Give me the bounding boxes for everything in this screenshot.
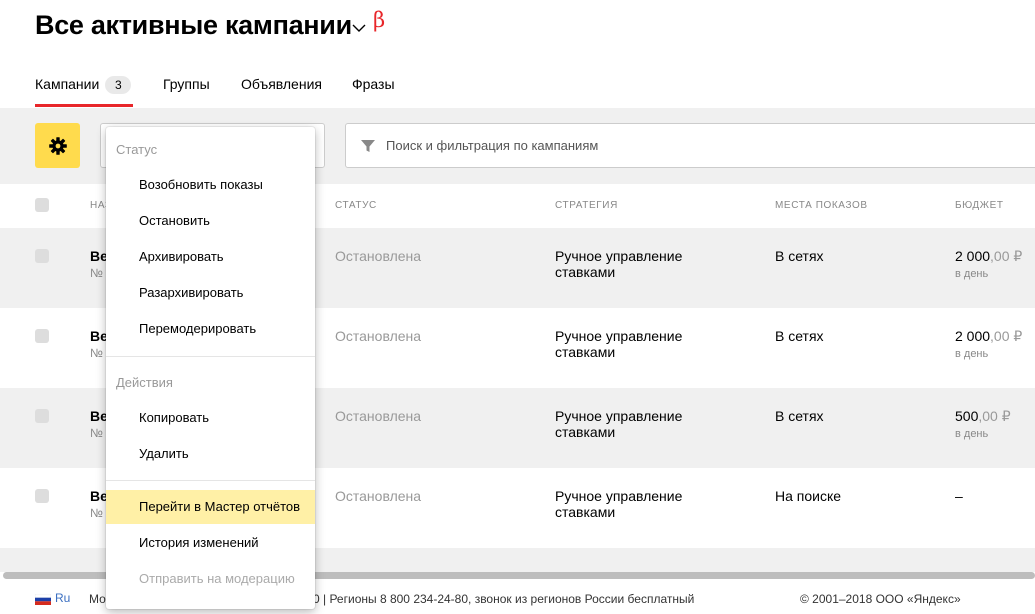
campaign-number: №: [90, 506, 103, 520]
menu-item-send-to-moderation: Отправить на модерацию: [139, 571, 295, 586]
campaign-status: Остановлена: [335, 488, 422, 504]
actions-dropdown-menu: Статус Возобновить показы Остановить Арх…: [106, 127, 315, 609]
search-input[interactable]: [386, 124, 986, 167]
gear-icon: [48, 136, 67, 155]
menu-item-remoderate[interactable]: Перемодерировать: [106, 312, 315, 346]
campaign-status: Остановлена: [335, 248, 422, 264]
campaign-strategy[interactable]: Ручное управление ставками: [555, 488, 725, 520]
row-checkbox[interactable]: [35, 329, 49, 343]
row-checkbox[interactable]: [35, 409, 49, 423]
campaign-number: №: [90, 266, 103, 280]
budget-period: в день: [955, 348, 989, 360]
menu-item-resume[interactable]: Возобновить показы: [106, 168, 315, 202]
row-checkbox[interactable]: [35, 249, 49, 263]
select-all-checkbox[interactable]: [35, 198, 49, 212]
campaign-number: №: [90, 346, 103, 360]
campaign-budget[interactable]: –: [955, 488, 963, 504]
tab-groups[interactable]: Группы: [163, 76, 210, 92]
search-box[interactable]: [345, 123, 1035, 168]
campaign-budget[interactable]: 500,00 ₽: [955, 408, 1011, 425]
budget-fraction: ,00 ₽: [990, 248, 1023, 264]
menu-item-change-history[interactable]: История изменений: [106, 526, 315, 560]
campaign-budget[interactable]: 2 000,00 ₽: [955, 248, 1022, 265]
campaign-places: На поиске: [775, 488, 842, 504]
menu-item-report-wizard[interactable]: Перейти в Мастер отчётов: [106, 490, 315, 524]
menu-item-delete[interactable]: Удалить: [106, 437, 315, 471]
menu-divider: [106, 356, 315, 357]
campaign-number: №: [90, 426, 103, 440]
column-header-budget[interactable]: БЮДЖЕТ: [955, 200, 1004, 211]
budget-period: в день: [955, 268, 989, 280]
row-checkbox[interactable]: [35, 489, 49, 503]
campaign-status: Остановлена: [335, 328, 422, 344]
menu-group-title-actions: Действия: [116, 375, 173, 390]
menu-item-copy[interactable]: Копировать: [106, 401, 315, 435]
campaign-places: В сетях: [775, 248, 824, 264]
campaign-places: В сетях: [775, 408, 824, 424]
footer-copyright: © 2001–2018 ООО «Яндекс»: [800, 592, 961, 606]
tab-campaigns[interactable]: Кампании 3: [35, 76, 132, 94]
campaign-strategy[interactable]: Ручное управление ставками: [555, 408, 725, 440]
tab-label: Кампании: [35, 76, 100, 92]
filter-icon: [361, 140, 375, 152]
menu-group-title-status: Статус: [116, 142, 158, 157]
menu-item-stop[interactable]: Остановить: [106, 204, 315, 238]
column-header-strategy[interactable]: СТРАТЕГИЯ: [555, 200, 618, 211]
campaign-status: Остановлена: [335, 408, 422, 424]
tab-ads[interactable]: Объявления: [241, 76, 322, 92]
menu-item-unarchive[interactable]: Разархивировать: [106, 276, 315, 310]
campaign-places: В сетях: [775, 328, 824, 344]
column-header-status[interactable]: СТАТУС: [335, 200, 377, 211]
tab-phrases[interactable]: Фразы: [352, 76, 395, 92]
budget-period: в день: [955, 428, 989, 440]
active-tab-indicator: [35, 104, 133, 107]
budget-amount: 2 000: [955, 328, 991, 344]
page-title[interactable]: Все активные кампании: [35, 10, 352, 41]
chevron-down-icon[interactable]: [351, 22, 367, 34]
campaign-strategy[interactable]: Ручное управление ставками: [555, 248, 725, 280]
settings-button[interactable]: [35, 123, 80, 168]
footer-contacts: 0 | Регионы 8 800 234-24-80, звонок из р…: [313, 592, 695, 606]
language-switch[interactable]: Ru: [55, 591, 70, 605]
beta-badge: β: [373, 8, 386, 32]
campaign-budget[interactable]: 2 000,00 ₽: [955, 328, 1022, 345]
budget-amount: 2 000: [955, 248, 991, 264]
russia-flag-icon: [35, 594, 51, 605]
campaign-strategy[interactable]: Ручное управление ставками: [555, 328, 725, 360]
tab-count-badge: 3: [105, 76, 132, 94]
budget-fraction: ,00 ₽: [990, 328, 1023, 344]
footer-link[interactable]: Мо: [89, 592, 106, 606]
menu-item-archive[interactable]: Архивировать: [106, 240, 315, 274]
column-header-places[interactable]: МЕСТА ПОКАЗОВ: [775, 200, 868, 211]
budget-amount: –: [955, 488, 963, 504]
budget-fraction: ,00 ₽: [978, 408, 1011, 424]
budget-amount: 500: [955, 408, 979, 424]
menu-divider: [106, 480, 315, 481]
